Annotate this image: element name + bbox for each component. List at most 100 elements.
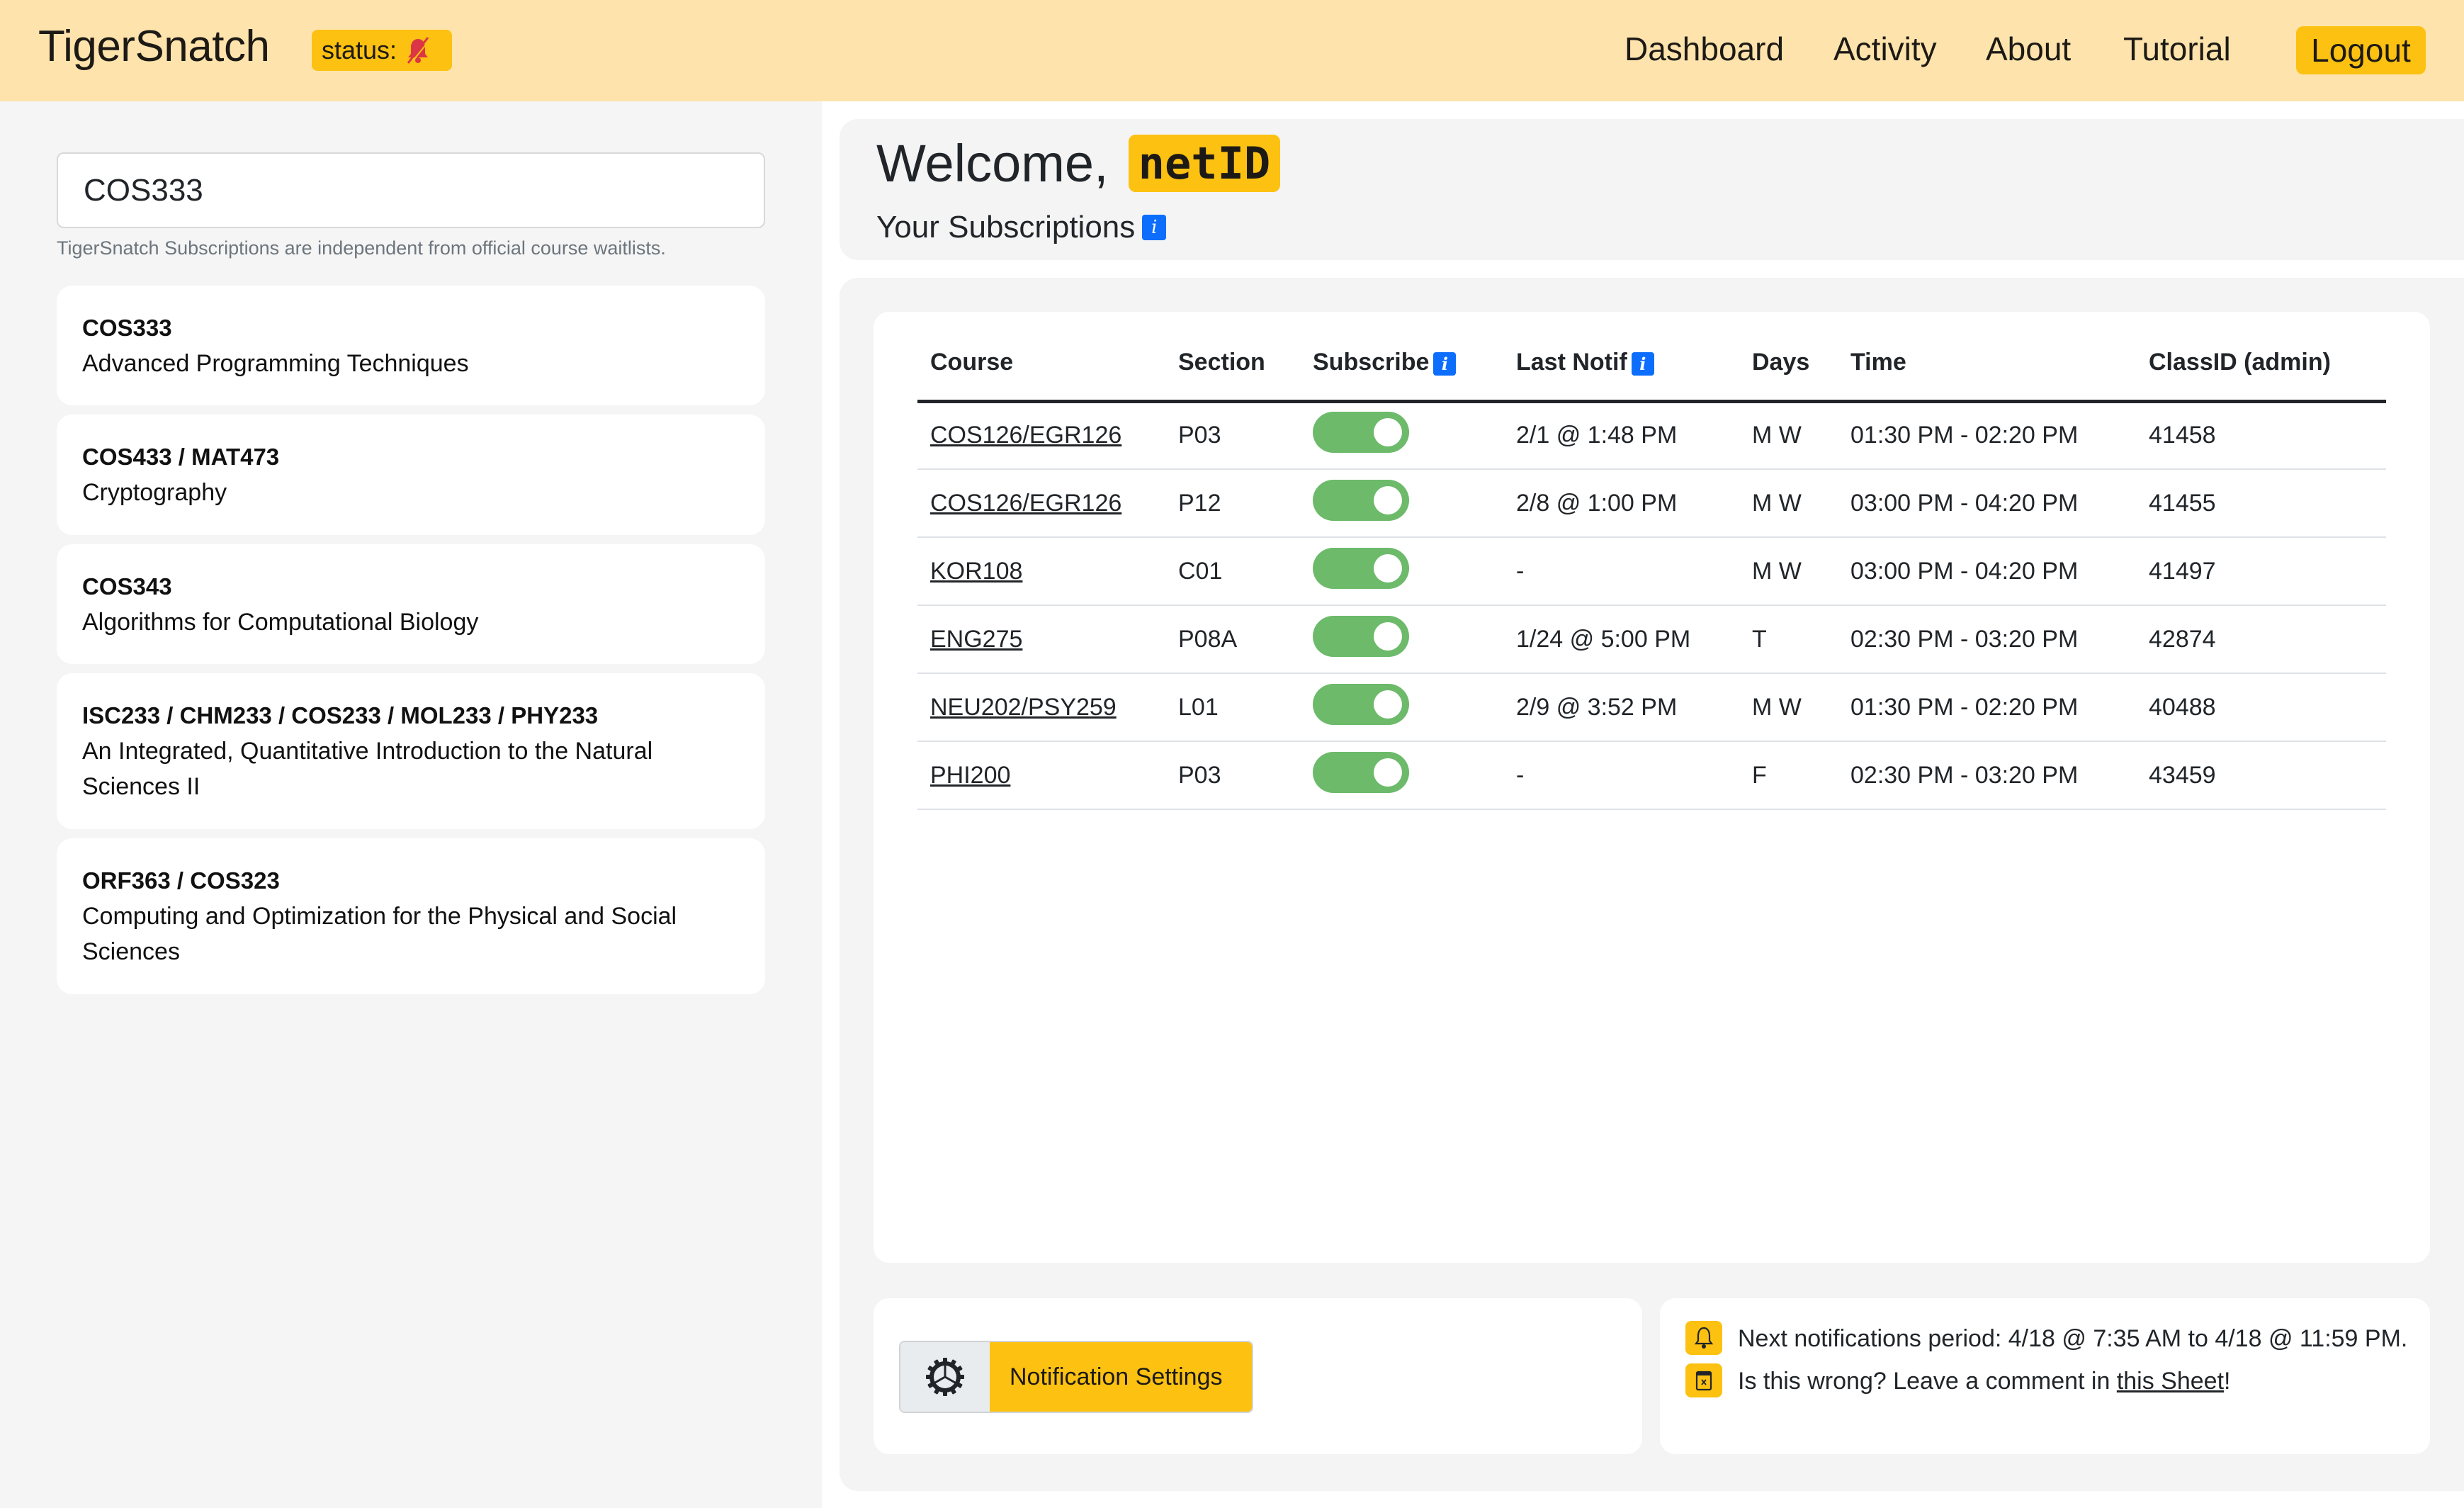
info-icon[interactable]: i [1142, 215, 1167, 240]
course-code: ISC233 / CHM233 / COS233 / MOL233 / PHY2… [82, 702, 599, 728]
calendar-x-icon [1685, 1363, 1722, 1398]
subscribe-toggle[interactable] [1313, 683, 1409, 725]
next-period-text: Next notifications period: 4/18 @ 7:35 A… [1738, 1325, 2408, 1352]
subscriptions-table-card: Course Section Subscribe i Last Notif i Da… [874, 312, 2430, 1263]
subscribe-toggle[interactable] [1313, 479, 1409, 521]
cell-last-notif: 2/9 @ 3:52 PM [1503, 673, 1739, 742]
table-header-row: Course Section Subscribe i Last Notif i Da… [917, 326, 2386, 403]
cell-section: P03 [1165, 741, 1300, 810]
toggle-knob [1374, 553, 1402, 583]
cell-course: PHI200 [917, 741, 1165, 810]
subscribe-toggle[interactable] [1313, 615, 1409, 657]
cell-subscribe [1300, 741, 1503, 810]
cell-course: COS126/EGR126 [917, 401, 1165, 470]
subscriptions-title: Your Subscriptions [876, 210, 1136, 244]
course-link[interactable]: COS126/EGR126 [930, 490, 1121, 517]
nav-links: Dashboard Activity About Tutorial [0, 0, 2464, 101]
netid-badge: netID [1128, 135, 1281, 192]
cell-classid: 41455 [2136, 469, 2386, 538]
table-row: COS126/EGR126 P12 2/8 @ 1:00 PM M W 03:00 PM… [917, 469, 2386, 538]
cell-subscribe [1300, 401, 1503, 470]
search-result-item[interactable]: ISC233 / CHM233 / COS233 / MOL233 / PHY2… [57, 673, 765, 829]
notification-info-card: Next notifications period: 4/18 @ 7:35 A… [1660, 1298, 2430, 1454]
info-icon[interactable]: i [1433, 352, 1457, 376]
course-link[interactable]: ENG275 [930, 626, 1022, 653]
course-code: ORF363 / COS323 [82, 867, 280, 894]
header-subscribe: Subscribe i [1300, 326, 1503, 403]
cell-section: L01 [1165, 673, 1300, 742]
bell-icon [1685, 1321, 1722, 1356]
course-title: Cryptography [82, 479, 227, 506]
subscriptions-table: Course Section Subscribe i Last Notif i Da… [917, 326, 2386, 810]
cell-subscribe [1300, 605, 1503, 674]
table-row: PHI200 P03 - F 02:30 PM - 03:20 PM 43459 [917, 741, 2386, 810]
search-helper-text: TigerSnatch Subscriptions are independen… [57, 237, 666, 259]
toggle-knob [1374, 690, 1402, 719]
settings-card: Notification Settings [874, 1298, 1642, 1454]
toggle-knob [1374, 418, 1402, 447]
subscribe-toggle[interactable] [1313, 547, 1409, 589]
cell-section: P03 [1165, 401, 1300, 470]
cell-last-notif: 2/1 @ 1:48 PM [1503, 401, 1739, 470]
cell-days: T [1739, 605, 1838, 674]
course-link[interactable]: NEU202/PSY259 [930, 694, 1117, 721]
cell-course: ENG275 [917, 605, 1165, 674]
wrong-line: Is this wrong? Leave a comment in this S… [1685, 1362, 2409, 1400]
navbar: TigerSnatch status: Dashboard Activity A… [0, 0, 2464, 101]
header-last-notif: Last Notif i [1503, 326, 1739, 403]
nav-activity[interactable]: Activity [1833, 30, 1937, 68]
subscriptions-panel: Course Section Subscribe i Last Notif i Da… [840, 278, 2464, 1491]
course-link[interactable]: KOR108 [930, 558, 1022, 585]
welcome-heading: Welcome, netID [876, 133, 1281, 193]
cell-classid: 41458 [2136, 401, 2386, 470]
cell-days: M W [1739, 537, 1838, 606]
welcome-prefix: Welcome, [876, 134, 1109, 193]
table-row: NEU202/PSY259 L01 2/9 @ 3:52 PM M W 01:30 PM… [917, 673, 2386, 742]
info-icon[interactable]: i [1631, 352, 1654, 376]
course-title: An Integrated, Quantitative Introduction… [82, 738, 653, 800]
subscriptions-heading: Your Subscriptions i [876, 210, 1167, 245]
toggle-knob [1374, 621, 1402, 651]
search-result-item[interactable]: COS433 / MAT473 Cryptography [57, 415, 765, 535]
nav-about[interactable]: About [1986, 30, 2071, 68]
cell-days: M W [1739, 469, 1838, 538]
sidebar: TigerSnatch Subscriptions are independen… [0, 101, 822, 1508]
notification-settings-button[interactable]: Notification Settings [899, 1341, 1253, 1413]
cell-classid: 43459 [2136, 741, 2386, 810]
cell-days: F [1739, 741, 1838, 810]
nav-dashboard[interactable]: Dashboard [1624, 30, 1784, 68]
wrong-suffix: ! [2224, 1368, 2231, 1395]
subscribe-toggle[interactable] [1313, 751, 1409, 793]
course-link[interactable]: PHI200 [930, 762, 1010, 789]
next-period-line: Next notifications period: 4/18 @ 7:35 A… [1685, 1320, 2409, 1358]
search-result-item[interactable]: COS343 Algorithms for Computational Biol… [57, 544, 765, 664]
cell-time: 01:30 PM - 02:20 PM [1838, 401, 2136, 470]
cell-classid: 41497 [2136, 537, 2386, 606]
course-link[interactable]: COS126/EGR126 [930, 422, 1121, 449]
cell-course: COS126/EGR126 [917, 469, 1165, 538]
course-title: Computing and Optimization for the Physi… [82, 903, 677, 965]
table-row: KOR108 C01 - M W 03:00 PM - 04:20 PM 41497 [917, 537, 2386, 606]
subscribe-toggle[interactable] [1313, 412, 1409, 454]
course-code: COS343 [82, 573, 172, 600]
cell-section: P08A [1165, 605, 1300, 674]
cell-time: 02:30 PM - 03:20 PM [1838, 605, 2136, 674]
toggle-knob [1374, 758, 1402, 787]
header-course: Course [917, 326, 1165, 403]
course-search-input[interactable] [57, 152, 765, 228]
cell-subscribe [1300, 673, 1503, 742]
cell-time: 02:30 PM - 03:20 PM [1838, 741, 2136, 810]
search-result-item[interactable]: ORF363 / COS323 Computing and Optimizati… [57, 838, 765, 994]
sheet-link[interactable]: this Sheet [2117, 1368, 2224, 1395]
wrong-prefix: Is this wrong? Leave a comment in [1738, 1368, 2117, 1395]
gear-icon [900, 1342, 990, 1412]
logout-button[interactable]: Logout [2296, 26, 2426, 74]
cell-time: 01:30 PM - 02:20 PM [1838, 673, 2136, 742]
cell-classid: 42874 [2136, 605, 2386, 674]
search-result-item[interactable]: COS333 Advanced Programming Techniques [57, 286, 765, 405]
nav-tutorial[interactable]: Tutorial [2123, 30, 2231, 68]
cell-course: KOR108 [917, 537, 1165, 606]
table-row: COS126/EGR126 P03 2/1 @ 1:48 PM M W 01:30 PM… [917, 401, 2386, 470]
cell-last-notif: 1/24 @ 5:00 PM [1503, 605, 1739, 674]
cell-section: C01 [1165, 537, 1300, 606]
